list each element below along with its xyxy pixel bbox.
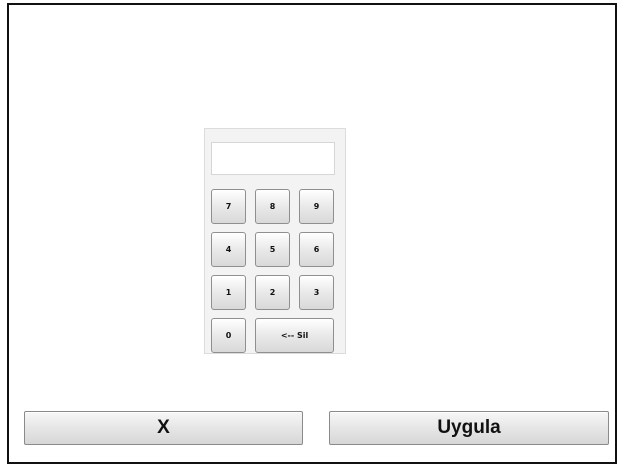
backspace-button[interactable]: <-- Sil [255,318,334,353]
key-1[interactable]: 1 [211,275,246,310]
key-9[interactable]: 9 [299,189,334,224]
apply-button[interactable]: Uygula [329,411,609,445]
key-6[interactable]: 6 [299,232,334,267]
numeric-keypad: 7 8 9 4 5 6 1 2 3 0 <-- Sil [204,128,346,354]
key-8[interactable]: 8 [255,189,290,224]
keypad-display[interactable] [211,142,335,175]
key-0[interactable]: 0 [211,318,246,353]
key-5[interactable]: 5 [255,232,290,267]
key-2[interactable]: 2 [255,275,290,310]
key-7[interactable]: 7 [211,189,246,224]
key-3[interactable]: 3 [299,275,334,310]
key-4[interactable]: 4 [211,232,246,267]
cancel-button[interactable]: X [24,411,303,445]
